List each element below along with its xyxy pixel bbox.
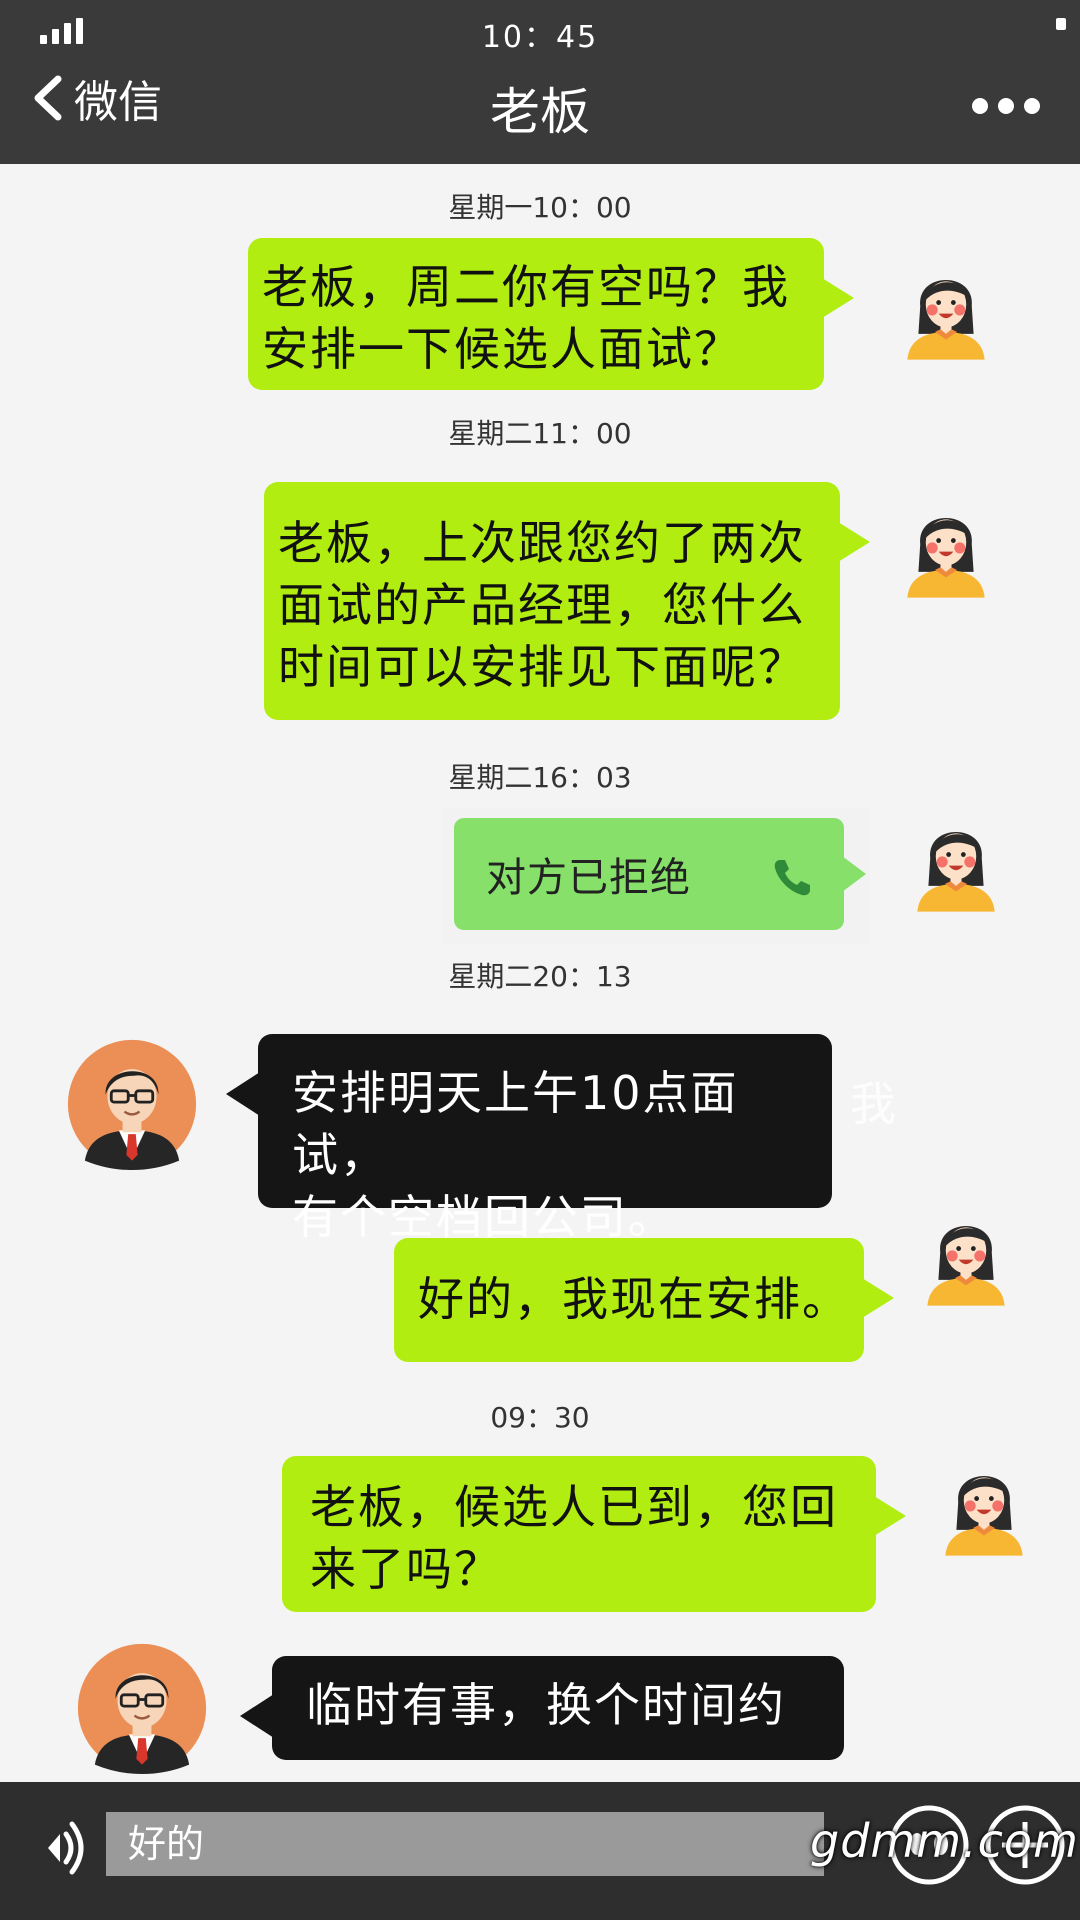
overflow-text: 我 — [850, 1077, 896, 1131]
message-line: 安排明天上午10点面试， — [292, 1066, 739, 1182]
boss-avatar[interactable] — [66, 1038, 198, 1170]
message-bubble-outgoing[interactable]: 好的，我现在安排。 — [394, 1238, 894, 1362]
self-avatar[interactable] — [900, 254, 992, 364]
more-dots-icon[interactable] — [972, 98, 1040, 114]
message-bubble-incoming[interactable]: 安排明天上午10点面试， 有个空档回公司。 — [226, 1034, 832, 1244]
message-line: 好的，我现在安排。 — [418, 1272, 850, 1326]
timestamp: 星期二11：00 — [448, 417, 632, 450]
message-line: 临时有事，换个时间约 — [306, 1678, 786, 1732]
message-line: 老板，周二你有空吗？我 — [262, 260, 790, 314]
chat-header: 10：45 微信 老板 — [0, 0, 1080, 164]
message-line: 安排一下候选人面试？ — [262, 322, 742, 376]
self-avatar[interactable] — [920, 1200, 1012, 1310]
self-avatar[interactable] — [938, 1450, 1030, 1560]
message-line: 面试的产品经理，您什么 — [278, 578, 806, 632]
timestamp: 星期二20：13 — [448, 960, 632, 993]
watermark-text: gdmm.com — [810, 1814, 1079, 1868]
message-line: 来了吗？ — [310, 1542, 502, 1596]
message-bubble-incoming[interactable]: 临时有事，换个时间约 — [240, 1656, 844, 1760]
message-input[interactable]: 好的 — [106, 1812, 824, 1876]
message-bubble-outgoing[interactable]: 老板，上次跟您约了两次 面试的产品经理，您什么 时间可以安排见下面呢？ — [264, 482, 870, 720]
message-line: 时间可以安排见下面呢？ — [278, 640, 806, 694]
message-line: 老板，候选人已到，您回 — [310, 1480, 838, 1534]
status-indicator — [1056, 18, 1066, 30]
phone-icon — [774, 860, 810, 896]
timestamp: 星期一10：00 — [448, 191, 632, 224]
self-avatar[interactable] — [910, 806, 1002, 916]
voice-icon[interactable] — [38, 1812, 92, 1884]
message-line: 老板，上次跟您约了两次 — [278, 516, 806, 570]
boss-avatar[interactable] — [76, 1642, 208, 1774]
timestamp: 星期二16：03 — [448, 761, 632, 794]
call-record[interactable]: 对方已拒绝 — [442, 808, 870, 944]
call-status-text: 对方已拒绝 — [486, 855, 691, 901]
message-bubble-outgoing[interactable]: 老板，候选人已到，您回 来了吗？ — [282, 1456, 906, 1612]
self-avatar[interactable] — [900, 492, 992, 602]
status-time: 10：45 — [481, 20, 599, 55]
timestamp: 09：30 — [490, 1401, 590, 1434]
chat-title: 老板 — [490, 83, 590, 141]
message-bubble-outgoing[interactable]: 老板，周二你有空吗？我 安排一下候选人面试？ — [248, 238, 854, 390]
call-bubble[interactable]: 对方已拒绝 — [454, 818, 866, 930]
